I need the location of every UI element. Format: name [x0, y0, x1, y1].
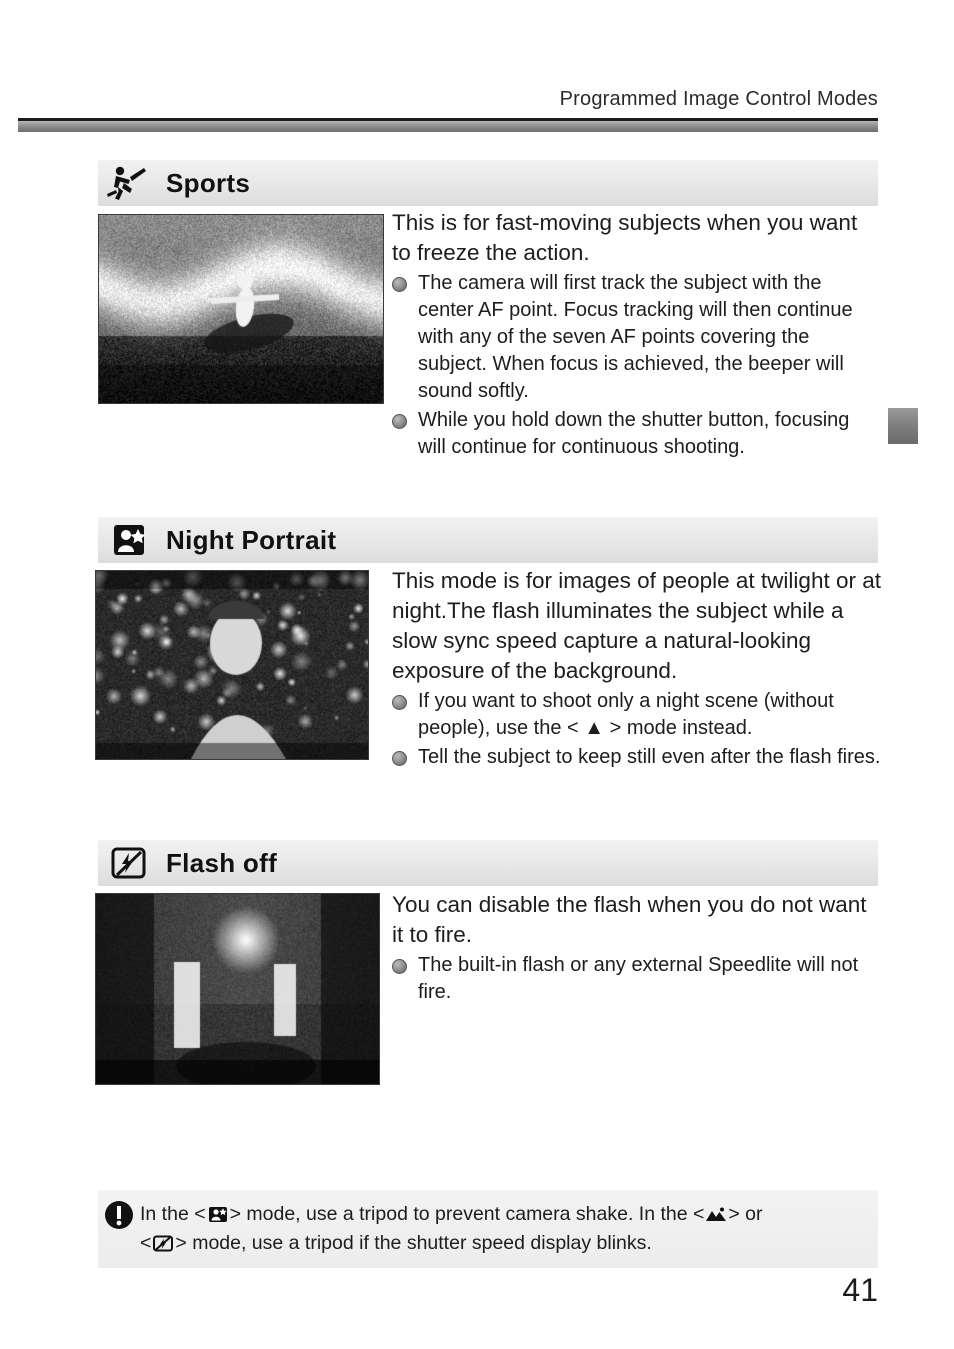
night-lead-text: This mode is for images of people at twi…	[392, 568, 881, 683]
flash-off-body: You can disable the flash when you do no…	[392, 890, 882, 1006]
note-line1-a: In the <	[140, 1203, 206, 1225]
bullet-dot-icon	[392, 414, 407, 429]
list-item: The camera will first track the subject …	[392, 270, 882, 405]
section-title-flash-off: Flash off	[166, 848, 278, 878]
bullet-text: If you want to shoot only a night scene …	[418, 690, 834, 739]
list-item: While you hold down the shutter button, …	[392, 407, 882, 461]
section-title-sports: Sports	[166, 168, 251, 198]
bullet-dot-icon	[392, 695, 407, 710]
page-number: 41	[842, 1272, 878, 1308]
night-bullets: If you want to shoot only a night scene …	[392, 688, 882, 771]
bullet-text: The built-in flash or any external Speed…	[418, 954, 859, 1003]
sports-lead-text: This is for fast-moving subjects when yo…	[392, 210, 858, 265]
section-heading-flash-off: Flash off	[98, 840, 878, 886]
note-text: In the < > mode, use a tripod to prevent …	[140, 1200, 872, 1258]
night-portrait-icon	[106, 521, 150, 559]
note-box: In the < > mode, use a tripod to prevent …	[98, 1190, 878, 1268]
note-line2-b: > mode, use a tripod if the shutter spee…	[175, 1232, 652, 1254]
section-title-night-portrait: Night Portrait	[166, 525, 337, 555]
sports-body: This is for fast-moving subjects when yo…	[392, 208, 882, 461]
bullet-text: Tell the subject to keep still even afte…	[418, 746, 881, 768]
landscape-icon	[705, 1203, 727, 1221]
flashoff-bullets: The built-in flash or any external Speed…	[392, 952, 882, 1006]
flashoff-lead-text: You can disable the flash when you do no…	[392, 892, 867, 947]
list-item: If you want to shoot only a night scene …	[392, 688, 882, 742]
night-portrait-body: This mode is for images of people at twi…	[392, 566, 882, 771]
edge-thumb-marker	[888, 408, 918, 444]
page-header-title: Programmed Image Control Modes	[559, 88, 878, 110]
section-heading-night-portrait: Night Portrait	[98, 517, 878, 563]
list-item: The built-in flash or any external Speed…	[392, 952, 882, 1006]
bullet-dot-icon	[392, 751, 407, 766]
bullet-dot-icon	[392, 277, 407, 292]
bullet-dot-icon	[392, 959, 407, 974]
sports-photo	[98, 214, 384, 404]
note-line2-a: <	[140, 1232, 152, 1254]
night-portrait-photo	[95, 570, 369, 760]
header-band	[18, 121, 878, 132]
bullet-text: While you hold down the shutter button, …	[418, 409, 850, 458]
list-item: Tell the subject to keep still even afte…	[392, 744, 882, 771]
note-line1-b: > mode, use a tripod to prevent camera s…	[229, 1203, 705, 1225]
flash-off-photo	[95, 893, 380, 1085]
flash-off-icon	[106, 844, 150, 882]
note-line1-c: > or	[728, 1203, 763, 1225]
sports-bullets: The camera will first track the subject …	[392, 270, 882, 461]
document-page: Programmed Image Control Modes Sports Th…	[0, 0, 954, 1349]
sports-runner-icon	[106, 164, 150, 202]
bullet-text: The camera will first track the subject …	[418, 272, 853, 402]
warning-exclamation-icon	[104, 1200, 134, 1230]
flash-off-icon	[152, 1232, 174, 1252]
night-portrait-icon	[207, 1203, 229, 1222]
section-heading-sports: Sports	[98, 160, 878, 206]
